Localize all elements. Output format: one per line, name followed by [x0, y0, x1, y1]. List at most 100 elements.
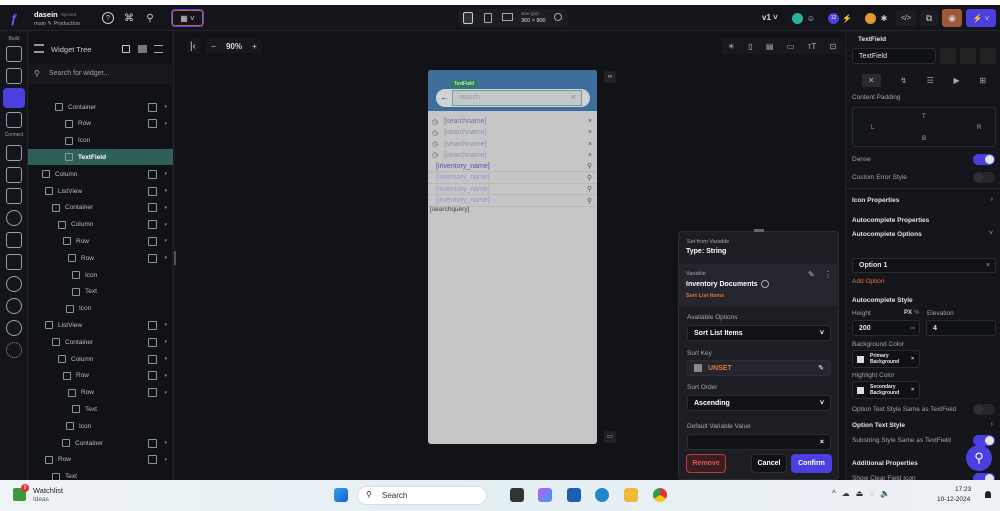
suggestion-item[interactable]: [inventory_name] ⚲ — [428, 161, 597, 172]
lock-icon[interactable] — [122, 45, 130, 53]
check-status-icon[interactable] — [792, 13, 803, 24]
autocomplete-options-header[interactable]: Autocomplete Options — [852, 231, 922, 238]
sort-order-dropdown[interactable]: Ascending ˅ — [687, 395, 831, 411]
sort-key-field[interactable]: UNSET ✎ — [687, 360, 831, 376]
logo-icon[interactable]: ƒ — [6, 10, 22, 26]
add-child-icon[interactable] — [148, 253, 157, 263]
run-dropdown[interactable]: ⚡ ˅ — [966, 9, 996, 27]
option-text-style-header[interactable]: Option Text Style — [852, 422, 905, 429]
collapse-icon[interactable] — [154, 45, 163, 53]
tab-properties[interactable]: ✕ — [861, 73, 881, 87]
widget-title[interactable]: Watchlist — [33, 486, 63, 495]
logs-icon[interactable] — [6, 254, 22, 270]
tree-item[interactable]: Icon — [28, 133, 173, 149]
caret-down-icon[interactable]: ▾ — [164, 171, 167, 177]
info-icon[interactable] — [554, 13, 562, 21]
zoom-in-button[interactable]: + — [252, 42, 257, 51]
zoom-out-button[interactable]: − — [211, 42, 216, 51]
edge-icon[interactable] — [595, 488, 609, 502]
add-widget-icon[interactable] — [960, 48, 976, 64]
remove-option-icon[interactable]: × — [986, 262, 990, 269]
tab-other[interactable]: ⊞ — [979, 76, 986, 85]
branch-info[interactable]: main ✎ Production — [34, 21, 80, 27]
add-child-icon[interactable] — [148, 119, 157, 129]
additional-properties-header[interactable]: Additional Properties — [852, 460, 918, 467]
add-child-icon[interactable] — [148, 203, 157, 213]
tree-item[interactable]: Text — [28, 401, 173, 417]
widget-menu-icon[interactable] — [980, 48, 996, 64]
tree-item[interactable]: Icon — [28, 267, 173, 283]
remove-button[interactable]: Remove — [686, 454, 726, 473]
tree-item[interactable]: Container ▾ — [28, 334, 173, 350]
caret-down-icon[interactable]: ▾ — [164, 188, 167, 194]
clock-time[interactable]: 17:23 — [955, 486, 971, 493]
tab-animations[interactable]: ▶ — [954, 76, 960, 85]
components-icon[interactable] — [6, 112, 22, 128]
bulb-icon[interactable] — [865, 13, 876, 24]
caret-down-icon[interactable]: ▾ — [164, 205, 167, 211]
edit-icon[interactable]: ✎ — [818, 364, 824, 372]
add-child-icon[interactable] — [148, 220, 157, 230]
bg-color-picker[interactable]: Primary Background × — [852, 350, 920, 368]
clear-icon[interactable]: × — [911, 356, 914, 362]
tree-scrollbar[interactable] — [174, 251, 176, 265]
remove-icon[interactable]: × — [588, 152, 592, 159]
tree-item[interactable]: ListView ▾ — [28, 183, 173, 199]
tree-item[interactable]: Row ▾ — [28, 250, 173, 266]
settings-gear-icon[interactable] — [6, 342, 22, 358]
add-child-icon[interactable] — [148, 102, 157, 112]
caret-down-icon[interactable]: ▾ — [164, 104, 167, 110]
widget-tree-icon[interactable] — [3, 88, 25, 108]
add-child-icon[interactable] — [148, 186, 157, 196]
integrations-icon[interactable] — [6, 210, 22, 226]
unit-px[interactable]: PX — [904, 310, 912, 316]
edit-icon[interactable]: ✎ — [808, 270, 815, 279]
caret-down-icon[interactable]: ▾ — [164, 121, 167, 127]
suggestion-item[interactable]: [inventory_name] ⚲ — [428, 184, 597, 195]
search-textfield[interactable]: search × — [452, 90, 582, 106]
default-value-input[interactable]: × — [687, 434, 831, 450]
taskbar-search[interactable]: ⚲ Search — [357, 486, 487, 505]
open-external-icon[interactable]: ⧉ — [920, 10, 938, 26]
caret-down-icon[interactable]: ▾ — [164, 390, 167, 396]
widget-palette-dropdown[interactable]: ▦ ˅ — [171, 9, 204, 27]
help-search-fab[interactable]: ⚲ — [966, 445, 992, 471]
tree-item[interactable]: Column ▾ — [28, 217, 173, 233]
add-child-icon[interactable] — [148, 169, 157, 179]
firestore-icon[interactable] — [6, 188, 22, 204]
media-icon[interactable] — [6, 232, 22, 248]
tree-item[interactable]: Icon — [28, 301, 173, 317]
clear-icon[interactable]: × — [911, 387, 914, 393]
height-input[interactable]: 200 ∞ — [852, 320, 920, 336]
bot-icon[interactable]: ☺ — [805, 12, 817, 24]
phone-icon[interactable] — [463, 12, 473, 24]
inspect-icon[interactable]: ⊡ — [830, 42, 837, 51]
elevation-input[interactable]: 4 — [926, 320, 996, 336]
autocomplete-properties-header[interactable]: Autocomplete Properties — [852, 217, 929, 224]
infinity-button[interactable]: ∞ — [910, 325, 915, 332]
theme-sun-icon[interactable]: ☀ — [728, 42, 735, 51]
widget-name-input[interactable]: TextField — [852, 48, 936, 64]
project-name[interactable]: dasein — [34, 10, 58, 19]
custom-error-toggle[interactable] — [973, 172, 995, 183]
remove-icon[interactable]: × — [588, 118, 592, 125]
caret-down-icon[interactable]: ▾ — [164, 255, 167, 261]
caret-down-icon[interactable]: ▾ — [164, 373, 167, 379]
caret-down-icon[interactable]: ▾ — [164, 339, 167, 345]
history-item[interactable]: ◷ [searchname] × — [428, 150, 597, 161]
api-icon[interactable] — [6, 167, 22, 183]
bug-icon[interactable]: ✱ — [878, 12, 890, 24]
add-child-icon[interactable] — [148, 371, 157, 381]
chevron-right-icon[interactable]: › — [991, 196, 993, 203]
option-text-same-toggle[interactable] — [973, 404, 995, 415]
tree-item[interactable]: Row ▾ — [28, 116, 173, 132]
drag-handle[interactable] — [754, 229, 764, 232]
caret-down-icon[interactable]: ▾ — [164, 238, 167, 244]
issues-badge[interactable]: 12 — [828, 13, 839, 24]
link-icon[interactable]: ∞ — [604, 71, 616, 83]
copilot-icon[interactable] — [538, 488, 552, 502]
padding-editor[interactable]: T L R B — [852, 107, 996, 147]
store-icon[interactable] — [567, 488, 581, 502]
clear-icon[interactable]: × — [571, 92, 576, 102]
autocomplete-style-header[interactable]: Autocomplete Style — [852, 297, 913, 304]
